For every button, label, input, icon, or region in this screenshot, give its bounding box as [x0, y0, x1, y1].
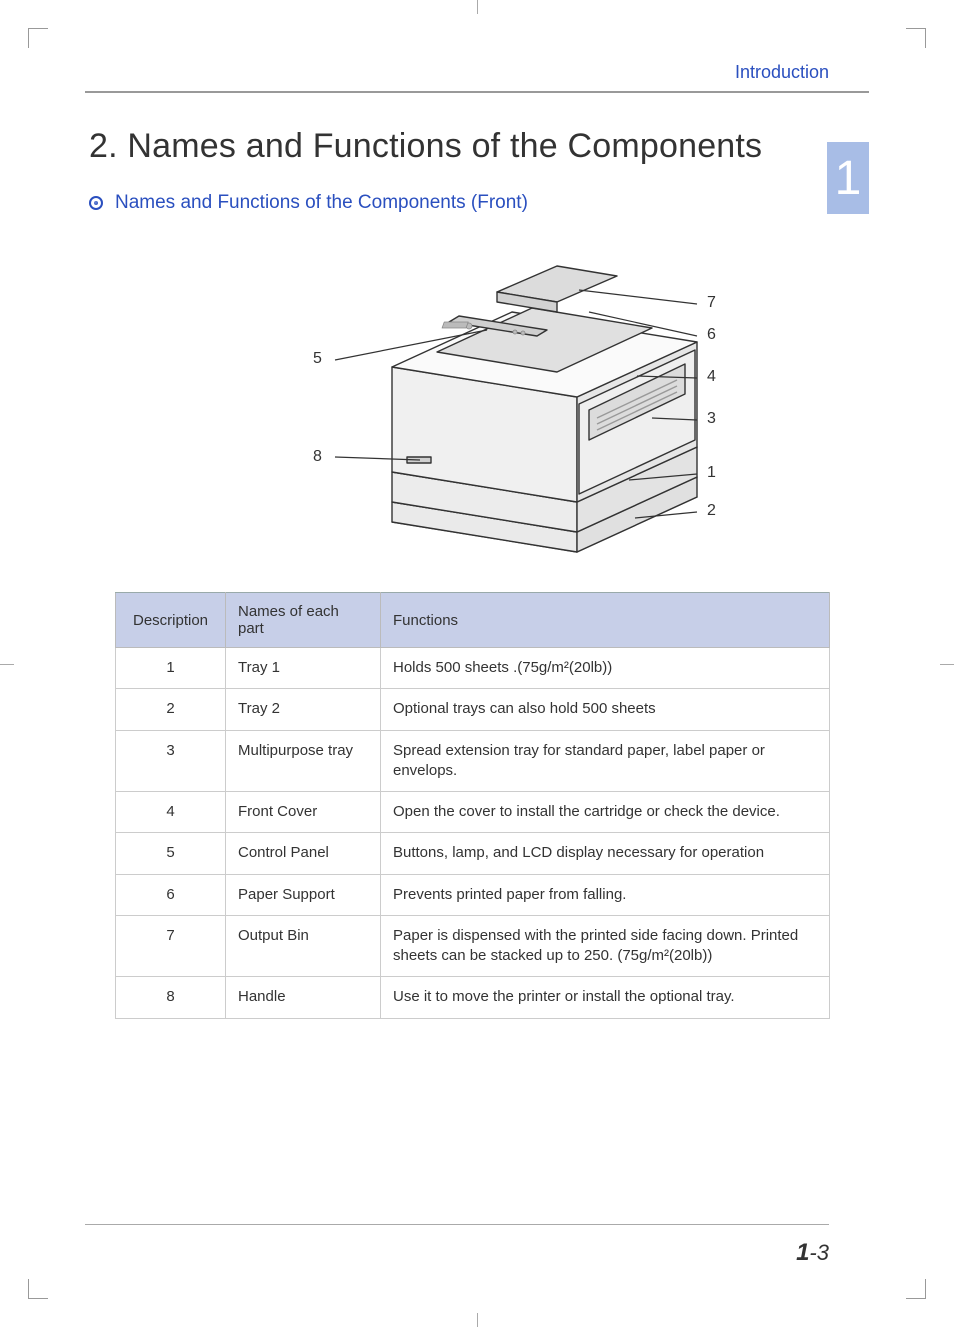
table-row: 5 Control Panel Buttons, lamp, and LCD d…	[116, 833, 830, 874]
cell-desc: 6	[116, 874, 226, 915]
cell-func: Prevents printed paper from falling.	[381, 874, 830, 915]
bullet-icon	[89, 196, 103, 210]
section-header: Introduction	[85, 52, 869, 93]
th-name: Names of each part	[226, 593, 381, 648]
cell-name: Tray 1	[226, 648, 381, 689]
cell-name: Handle	[226, 977, 381, 1018]
callout-2: 2	[707, 502, 716, 520]
cell-desc: 2	[116, 689, 226, 730]
table-row: 4 Front Cover Open the cover to install …	[116, 792, 830, 833]
footer-sep: -	[809, 1240, 816, 1265]
table-row: 7 Output Bin Paper is dispensed with the…	[116, 915, 830, 977]
cell-func: Holds 500 sheets .(75g/m²(20lb))	[381, 648, 830, 689]
cell-name: Front Cover	[226, 792, 381, 833]
cell-desc: 4	[116, 792, 226, 833]
cell-desc: 8	[116, 977, 226, 1018]
cell-name: Control Panel	[226, 833, 381, 874]
table-row: 3 Multipurpose tray Spread extension tra…	[116, 730, 830, 792]
cell-func: Spread extension tray for standard paper…	[381, 730, 830, 792]
cell-name: Multipurpose tray	[226, 730, 381, 792]
cell-func: Use it to move the printer or install th…	[381, 977, 830, 1018]
cell-desc: 7	[116, 915, 226, 977]
cell-name: Tray 2	[226, 689, 381, 730]
callout-1: 1	[707, 464, 716, 482]
chapter-tab: 1	[827, 142, 869, 214]
cell-func: Buttons, lamp, and LCD display necessary…	[381, 833, 830, 874]
table-row: 2 Tray 2 Optional trays can also hold 50…	[116, 689, 830, 730]
footer-chapter: 1	[796, 1239, 809, 1266]
cell-name: Output Bin	[226, 915, 381, 977]
table-row: 8 Handle Use it to move the printer or i…	[116, 977, 830, 1018]
components-table: Description Names of each part Functions…	[115, 592, 830, 1019]
page-footer: 1-3	[85, 1224, 829, 1267]
subheading-row: Names and Functions of the Components (F…	[89, 192, 869, 214]
cell-desc: 3	[116, 730, 226, 792]
callout-8: 8	[313, 448, 322, 466]
printer-diagram: 5 8 7 6 4 3 1 2	[197, 232, 757, 572]
callout-4: 4	[707, 368, 716, 386]
cell-func: Optional trays can also hold 500 sheets	[381, 689, 830, 730]
subheading-text: Names and Functions of the Components (F…	[115, 192, 528, 214]
cell-desc: 5	[116, 833, 226, 874]
callout-6: 6	[707, 326, 716, 344]
callout-3: 3	[707, 410, 716, 428]
cell-func: Open the cover to install the cartridge …	[381, 792, 830, 833]
page-title: 2. Names and Functions of the Components	[89, 127, 869, 166]
cell-name: Paper Support	[226, 874, 381, 915]
callout-7: 7	[707, 294, 716, 312]
cell-func: Paper is dispensed with the printed side…	[381, 915, 830, 977]
footer-page: 3	[817, 1240, 829, 1265]
th-description: Description	[116, 593, 226, 648]
callout-5: 5	[313, 350, 322, 368]
th-function: Functions	[381, 593, 830, 648]
table-row: 1 Tray 1 Holds 500 sheets .(75g/m²(20lb)…	[116, 648, 830, 689]
table-row: 6 Paper Support Prevents printed paper f…	[116, 874, 830, 915]
cell-desc: 1	[116, 648, 226, 689]
printer-svg	[197, 232, 757, 572]
